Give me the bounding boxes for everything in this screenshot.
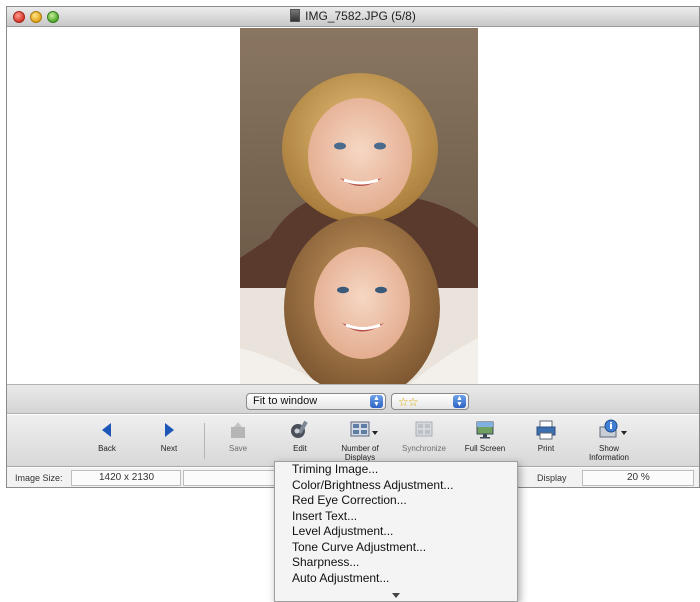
fit-mode-popup[interactable]: Fit to window ▲ ▼	[246, 393, 386, 410]
menu-item-triming-image[interactable]: Triming Image...	[275, 462, 517, 478]
menu-item-red-eye[interactable]: Red Eye Correction...	[275, 493, 517, 509]
back-button[interactable]: Back	[77, 419, 137, 453]
photo-image	[240, 28, 478, 384]
synchronize-icon	[413, 419, 435, 441]
number-of-displays-button[interactable]: Number of Displays	[330, 419, 390, 462]
next-label: Next	[160, 444, 178, 453]
display-value: 20 %	[627, 472, 650, 483]
window-title-wrap: IMG_7582.JPG (5/8)	[7, 9, 699, 23]
next-button[interactable]: Next	[139, 419, 199, 453]
menu-item-insert-text[interactable]: Insert Text...	[275, 509, 517, 525]
edit-icon	[289, 419, 311, 441]
back-arrow-icon	[96, 419, 118, 441]
displayed-photo[interactable]	[240, 28, 478, 384]
menu-item-color-brightness[interactable]: Color/Brightness Adjustment...	[275, 478, 517, 494]
displays-label-line1: Number of	[341, 444, 379, 453]
fit-mode-value: Fit to window	[253, 395, 318, 407]
title-bar[interactable]: IMG_7582.JPG (5/8)	[7, 7, 699, 27]
save-label: Save	[228, 444, 248, 453]
full-screen-button[interactable]: Full Screen	[455, 419, 515, 453]
edit-button[interactable]: Edit	[270, 419, 330, 453]
info-label-line2: Information	[588, 453, 630, 462]
image-view-area[interactable]	[7, 28, 699, 384]
display-label: Display	[537, 473, 567, 483]
full-screen-icon	[474, 419, 496, 441]
save-icon	[227, 419, 249, 441]
image-file-icon	[290, 9, 301, 22]
information-icon	[598, 419, 627, 441]
print-icon	[535, 419, 557, 441]
image-size-value: 1420 x 2130	[99, 472, 155, 483]
toolbar-separator	[204, 423, 205, 459]
menu-item-tone-curve[interactable]: Tone Curve Adjustment...	[275, 540, 517, 556]
menu-scroll-down-icon[interactable]	[392, 593, 400, 598]
edit-menu: Triming Image... Color/Brightness Adjust…	[274, 461, 518, 602]
rating-popup[interactable]: ☆☆ ▲ ▼	[391, 393, 469, 410]
displays-icon	[349, 419, 378, 441]
print-label: Print	[537, 444, 555, 453]
view-controls-bar: Fit to window ▲ ▼ ☆☆ ▲ ▼	[7, 384, 699, 414]
save-button[interactable]: Save	[208, 419, 268, 453]
window-title: IMG_7582.JPG (5/8)	[305, 9, 416, 23]
image-viewer-window: IMG_7582.JPG (5/8) Fit to window ▲ ▼ ☆☆ …	[6, 6, 700, 488]
full-screen-label: Full Screen	[464, 444, 506, 453]
info-label-line1: Show	[598, 444, 619, 453]
menu-item-level-adjustment[interactable]: Level Adjustment...	[275, 524, 517, 540]
menu-item-auto-adjustment[interactable]: Auto Adjustment...	[275, 571, 517, 587]
menu-item-sharpness[interactable]: Sharpness...	[275, 555, 517, 571]
popup-arrows-icon: ▲ ▼	[453, 395, 466, 408]
synchronize-button[interactable]: Synchronize	[394, 419, 454, 453]
toolbar: Back Next Save Edit Number of Displays S…	[7, 415, 699, 467]
back-label: Back	[98, 444, 116, 453]
image-size-label: Image Size:	[15, 473, 63, 483]
edit-label: Edit	[293, 444, 307, 453]
print-button[interactable]: Print	[516, 419, 576, 453]
popup-arrows-icon: ▲ ▼	[370, 395, 383, 408]
rating-stars: ☆☆	[398, 395, 418, 409]
next-arrow-icon	[158, 419, 180, 441]
show-information-button[interactable]: Show Information	[579, 419, 639, 462]
synchronize-label: Synchronize	[401, 444, 447, 453]
status-field-box	[183, 470, 281, 486]
